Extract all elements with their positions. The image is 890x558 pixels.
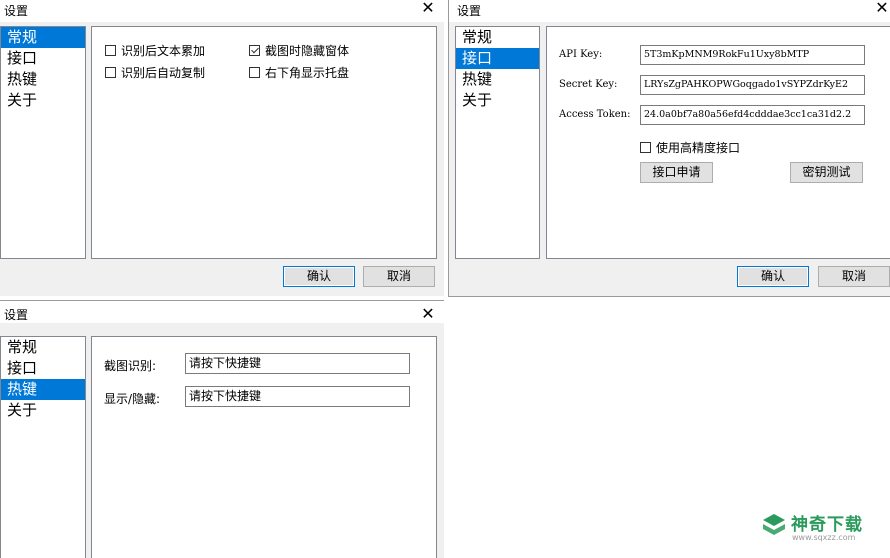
- nav-list: 常规 接口 热键 关于: [0, 336, 86, 558]
- option-label: 识别后自动复制: [121, 66, 206, 80]
- option-tray-icon[interactable]: 右下角显示托盘: [249, 64, 349, 81]
- screenshot-hotkey-input[interactable]: 请按下快捷键: [185, 353, 410, 374]
- logo-icon: [763, 514, 785, 535]
- screenshot-hotkey-label: 截图识别:: [104, 359, 157, 373]
- nav-item-general[interactable]: 常规: [456, 27, 539, 48]
- checkbox[interactable]: [105, 45, 116, 56]
- nav-item-about[interactable]: 关于: [1, 90, 85, 111]
- settings-window-hotkey: 设置 ✕ 常规 接口 热键 关于 截图识别: 请按下快捷键 显示/隐藏: 请按下…: [0, 300, 444, 558]
- toggle-hotkey-input[interactable]: 请按下快捷键: [185, 386, 410, 407]
- option-hide-on-capture[interactable]: 截图时隐藏窗体: [249, 42, 349, 59]
- ok-button[interactable]: 确认: [737, 266, 809, 287]
- settings-window-general: 设置 ✕ 常规 接口 热键 关于 识别后文本累加 截图时隐藏窗体 识别后自动复制…: [0, 0, 444, 296]
- close-icon[interactable]: ✕: [418, 304, 438, 324]
- api-key-input[interactable]: 5T3mKpMNM9RokFu1Uxy8bMTP: [640, 45, 865, 65]
- access-token-label: Access Token:: [559, 109, 631, 120]
- nav-item-about[interactable]: 关于: [456, 90, 539, 111]
- ok-button[interactable]: 确认: [283, 266, 355, 287]
- nav-item-general[interactable]: 常规: [1, 27, 85, 48]
- nav-list: 常规 接口 热键 关于: [0, 26, 86, 259]
- close-icon[interactable]: ✕: [418, 0, 438, 18]
- secret-key-input[interactable]: LRYsZgPAHKOPWGoqgado1vSYPZdrKyE2: [640, 75, 865, 95]
- option-label: 右下角显示托盘: [265, 66, 350, 80]
- nav-item-hotkey[interactable]: 热键: [1, 379, 85, 400]
- option-high-precision[interactable]: 使用高精度接口: [640, 139, 740, 156]
- option-auto-copy[interactable]: 识别后自动复制: [105, 64, 205, 81]
- checkbox[interactable]: [640, 142, 651, 153]
- general-panel: 识别后文本累加 截图时隐藏窗体 识别后自动复制 右下角显示托盘: [91, 26, 437, 259]
- secret-key-label: Secret Key:: [559, 79, 618, 90]
- title-bar: 设置 ✕: [0, 301, 444, 323]
- close-icon[interactable]: ✕: [872, 0, 890, 18]
- checkbox-checked[interactable]: [249, 45, 260, 56]
- hotkey-panel: 截图识别: 请按下快捷键 显示/隐藏: 请按下快捷键: [91, 336, 437, 558]
- apply-api-button[interactable]: 接口申请: [640, 162, 713, 183]
- window-title: 设置: [4, 4, 29, 18]
- option-label: 截图时隐藏窗体: [265, 44, 350, 58]
- nav-item-api[interactable]: 接口: [456, 48, 539, 69]
- nav-item-hotkey[interactable]: 热键: [456, 69, 539, 90]
- checkbox[interactable]: [249, 67, 260, 78]
- watermark-url: www.sqxzz.com: [792, 533, 856, 542]
- api-key-label: API Key:: [559, 49, 603, 60]
- option-label: 使用高精度接口: [656, 141, 741, 155]
- access-token-input[interactable]: 24.0a0bf7a80a56efd4cdddae3cc1ca31d2.2: [640, 105, 865, 125]
- title-bar: 设置 ✕: [0, 0, 444, 22]
- option-label: 识别后文本累加: [121, 44, 206, 58]
- cancel-button[interactable]: 取消: [818, 266, 890, 287]
- window-title: 设置: [4, 308, 29, 322]
- toggle-hotkey-label: 显示/隐藏:: [104, 392, 161, 406]
- nav-item-general[interactable]: 常规: [1, 337, 85, 358]
- cancel-button[interactable]: 取消: [363, 266, 435, 287]
- watermark-name: 神奇下载: [791, 515, 863, 535]
- nav-item-hotkey[interactable]: 热键: [1, 69, 85, 90]
- watermark: 神奇下载 www.sqxzz.com: [758, 508, 878, 548]
- nav-item-about[interactable]: 关于: [1, 400, 85, 421]
- checkbox[interactable]: [105, 67, 116, 78]
- api-panel: API Key: 5T3mKpMNM9RokFu1Uxy8bMTP Secret…: [546, 26, 890, 259]
- window-title: 设置: [457, 4, 482, 18]
- nav-item-api[interactable]: 接口: [1, 358, 85, 379]
- nav-item-api[interactable]: 接口: [1, 48, 85, 69]
- test-key-button[interactable]: 密钥测试: [790, 162, 863, 183]
- title-bar: 设置 ✕: [449, 0, 890, 22]
- nav-list: 常规 接口 热键 关于: [455, 26, 540, 259]
- settings-window-api: 设置 ✕ 常规 接口 热键 关于 API Key: 5T3mKpMNM9RokF…: [448, 0, 890, 297]
- option-append-text[interactable]: 识别后文本累加: [105, 42, 205, 59]
